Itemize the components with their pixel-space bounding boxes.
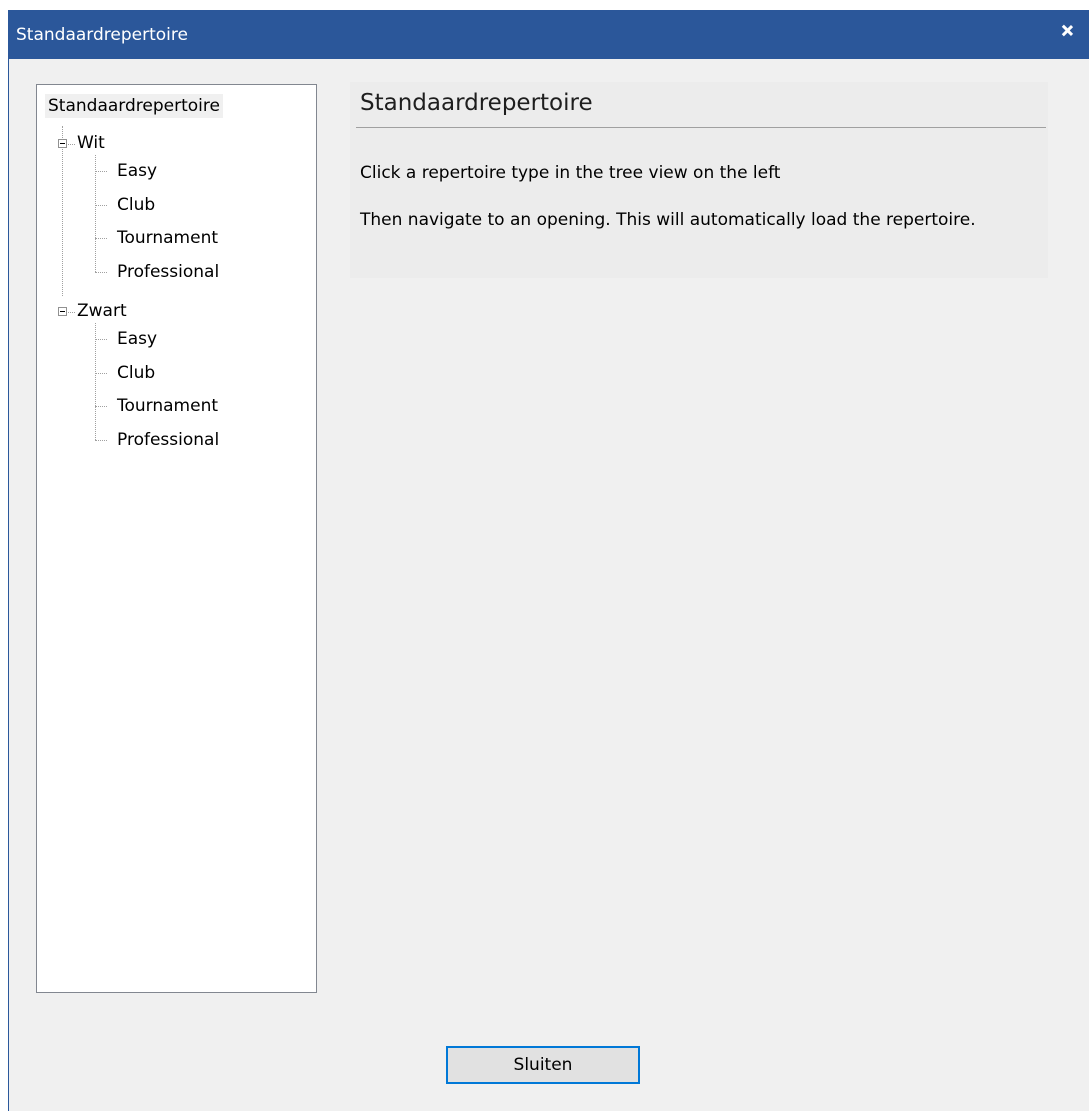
panel-heading: Standaardrepertoire [360,90,593,116]
collapse-zwart-icon[interactable] [58,307,67,316]
window-title: Standaardrepertoire [16,25,188,45]
tree-connector [68,144,75,145]
tree-node-zwart[interactable]: Zwart [77,301,127,321]
tree-node-wit-club[interactable]: Club [117,195,155,215]
tree-node-wit[interactable]: Wit [77,133,105,153]
heading-divider [356,127,1046,128]
close-button[interactable]: Sluiten [446,1046,640,1084]
tree-connector [95,373,107,374]
tree-connector [95,171,107,172]
tree-node-wit-tournament[interactable]: Tournament [117,228,218,248]
tree-node-zwart-professional[interactable]: Professional [117,430,219,450]
collapse-wit-icon[interactable] [58,139,67,148]
tree-node-zwart-tournament[interactable]: Tournament [117,396,218,416]
tree-connector [62,126,63,296]
instruction-line-2: Then navigate to an opening. This will a… [360,210,976,230]
tree-node-zwart-easy[interactable]: Easy [117,329,157,349]
tree-connector [95,339,107,340]
tree-node-wit-professional[interactable]: Professional [117,262,219,282]
tree-node-root[interactable]: Standaardrepertoire [45,94,223,118]
instruction-line-1: Click a repertoire type in the tree view… [360,163,781,183]
info-panel: Standaardrepertoire Click a repertoire t… [350,82,1048,278]
tree-connector [95,205,107,206]
title-bar[interactable]: Standaardrepertoire [9,10,1089,59]
tree-connector [95,323,96,440]
tree-connector [95,272,107,273]
tree-connector [95,238,107,239]
tree-node-zwart-club[interactable]: Club [117,363,155,383]
tree-connector [95,440,107,441]
tree-connector [95,155,96,272]
close-icon[interactable] [1055,19,1079,43]
tree-connector [95,406,107,407]
tree-node-wit-easy[interactable]: Easy [117,161,157,181]
tree-connector [68,312,75,313]
dialog-window: Standaardrepertoire Standaardrepertoire … [8,10,1089,1111]
repertoire-tree-view[interactable]: Standaardrepertoire Wit Easy Club Tourna… [36,84,317,993]
